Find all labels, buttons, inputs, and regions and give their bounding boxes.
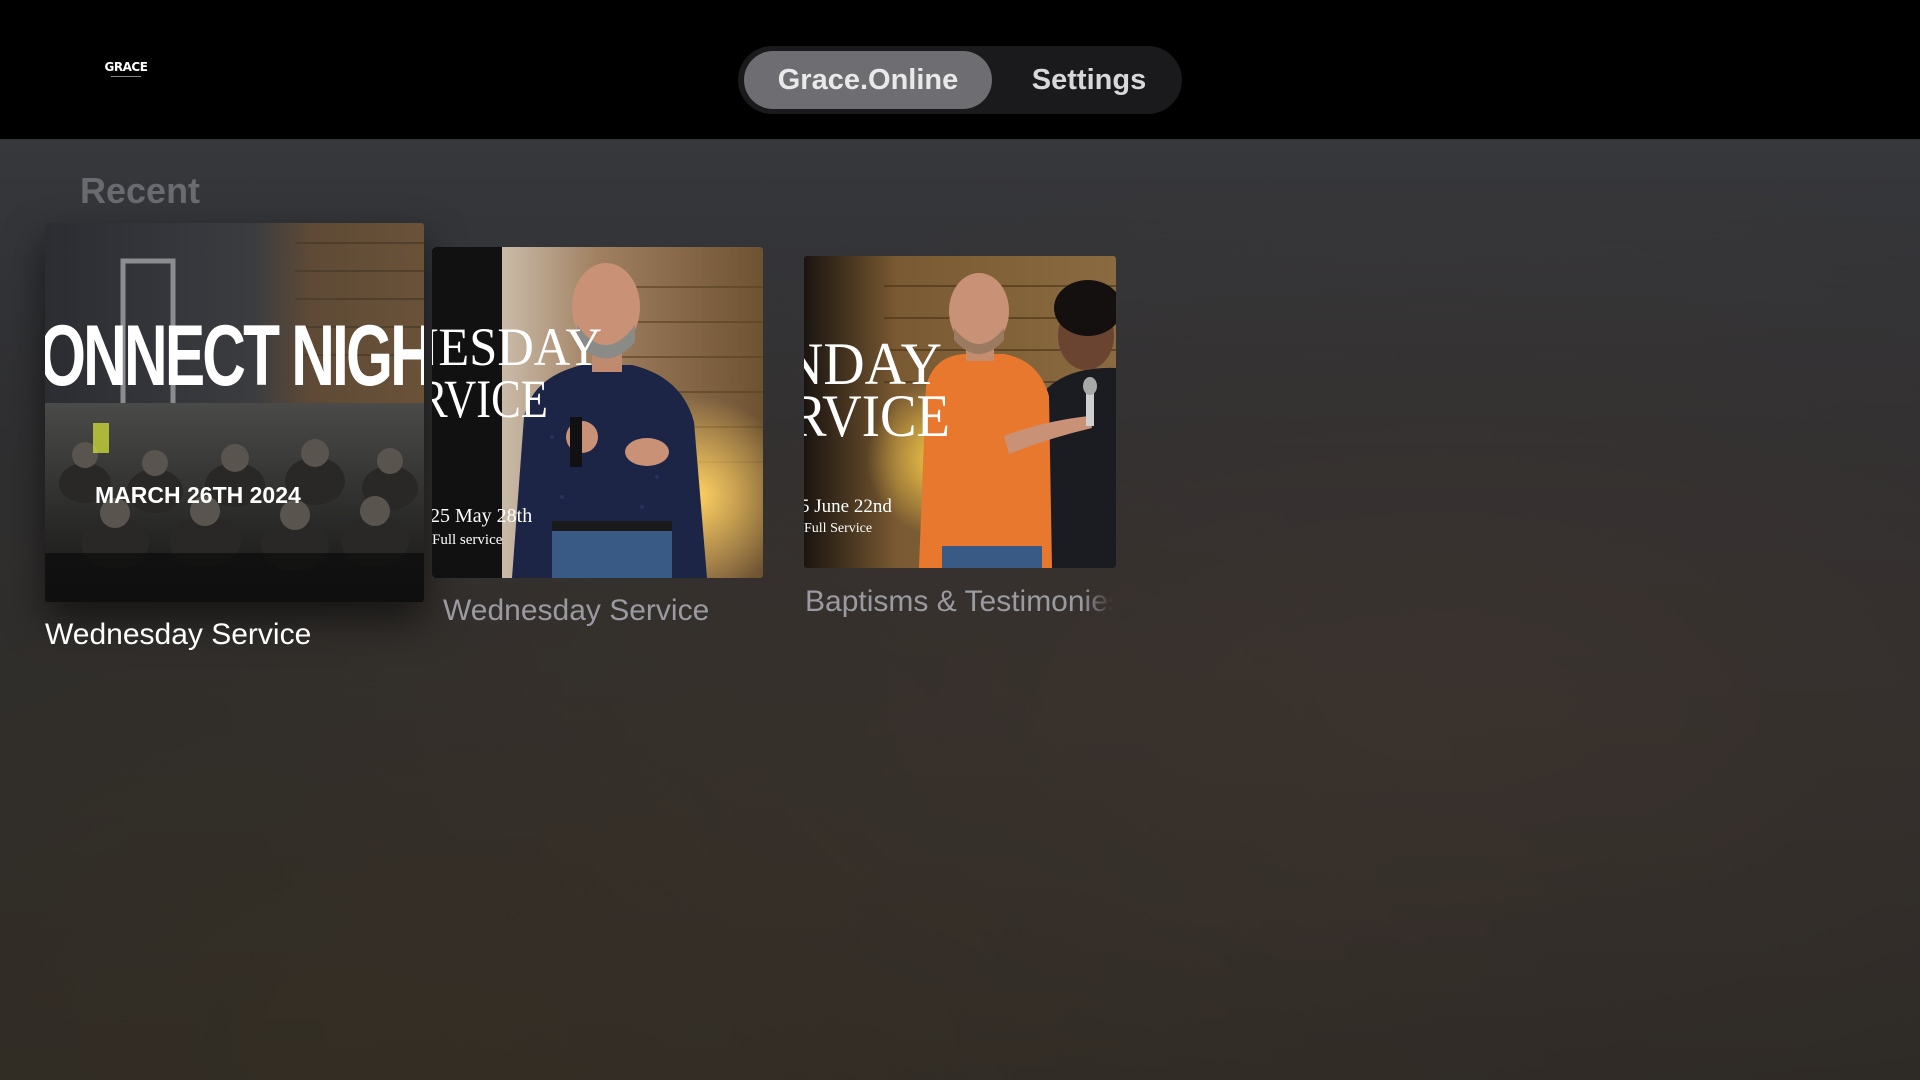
thumbnail-title-line1: NESDAY [432, 317, 602, 377]
tab-bar: Grace.Online Settings [738, 46, 1182, 114]
thumbnail-title-line2: RVICE [432, 369, 548, 429]
thumbnail-subtitle-text: Full service [432, 532, 503, 548]
thumbnail-title-line2: RVICE [804, 383, 950, 449]
video-card-title: Wednesday Service [45, 618, 312, 651]
thumbnail-image-wednesday-service: NESDAY RVICE 25 May 28th Full service [432, 247, 763, 578]
video-card-title: Wednesday Service [443, 594, 710, 627]
thumbnail-date-text: 5 June 22nd [804, 496, 892, 517]
thumbnail-date-text: MARCH 26TH 2024 [95, 482, 301, 508]
thumbnail-title-text: ONNECT NIGH [45, 308, 424, 404]
logo-text: GRACE [104, 60, 148, 74]
section-title-recent: Recent [80, 170, 201, 211]
video-card-title: Baptisms & Testimonies [805, 585, 1113, 618]
tab-settings[interactable]: Settings [1002, 51, 1176, 109]
thumbnail-subtitle-text: Full Service [804, 521, 872, 536]
tab-grace-online[interactable]: Grace.Online [744, 51, 992, 109]
thumbnail-date-text: 25 May 28th [432, 505, 532, 527]
video-card-thumbnail[interactable]: NESDAY RVICE 25 May 28th Full service [432, 247, 763, 578]
thumbnail-image-baptisms: NDAY RVICE 5 June 22nd Full Service [804, 256, 1116, 568]
thumbnail-image-connect-night: ONNECT NIGH MARCH 26TH 2024 [45, 223, 424, 602]
logo-underline [111, 76, 141, 77]
grace-logo: GRACE [104, 61, 148, 81]
video-card-thumbnail[interactable]: ONNECT NIGH MARCH 26TH 2024 [45, 223, 424, 602]
top-bar: GRACE Grace.Online Settings [0, 0, 1920, 139]
video-card-thumbnail[interactable]: NDAY RVICE 5 June 22nd Full Service [804, 256, 1116, 568]
